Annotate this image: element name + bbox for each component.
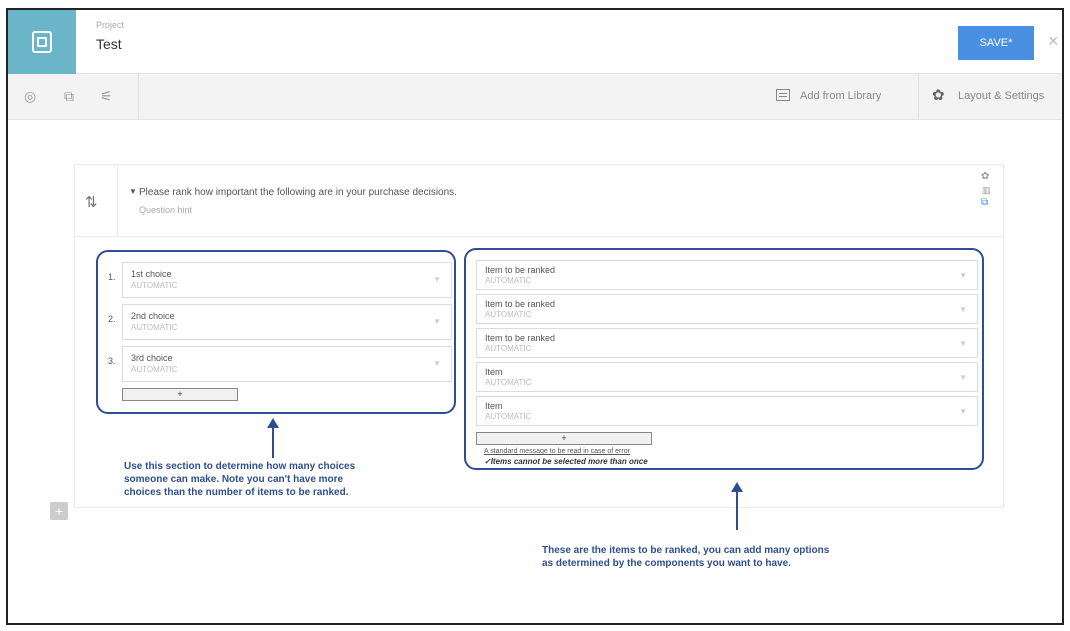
annotation-line: choices than the number of items to be r… [124,487,349,498]
add-from-library-button[interactable]: Add from Library [800,90,881,102]
error-message-link[interactable]: A standard message to be read in case of… [484,448,630,455]
choice-label: 3rd choice [131,353,173,363]
unique-selection-note: ✓Items cannot be selected more than once [484,457,648,466]
add-choice-button[interactable]: + [122,388,238,401]
question-text[interactable]: Please rank how important the following … [139,187,457,198]
save-button[interactable]: SAVE* [958,26,1034,60]
toolbar-divider [138,74,139,120]
chevron-down-icon: ▼ [959,305,967,314]
chevron-down-icon: ▼ [433,317,441,326]
choice-sublabel: AUTOMATIC [131,323,178,332]
choice-select[interactable]: 3rd choice AUTOMATIC ▼ [122,346,452,382]
duplicate-icon[interactable]: ⧉ [981,197,988,208]
choice-number: 2. [108,314,116,324]
choices-panel: 1. 1st choice AUTOMATIC ▼ 2. 2nd choice … [96,250,456,414]
app-logo[interactable] [8,10,76,74]
annotation-line: as determined by the components you want… [542,558,791,569]
item-sublabel: AUTOMATIC [485,344,532,353]
header: Project Test SAVE* × [8,10,1062,74]
choice-label: 1st choice [131,269,172,279]
choice-sublabel: AUTOMATIC [131,281,178,290]
copy-icon[interactable]: ⧉ [64,88,74,104]
choice-row: 2. 2nd choice AUTOMATIC ▼ [104,304,452,340]
project-name-field[interactable]: Test [96,36,122,52]
library-icon[interactable] [776,89,790,101]
choice-row: 1. 1st choice AUTOMATIC ▼ [104,262,452,298]
chevron-down-icon: ▼ [433,359,441,368]
annotation-arrow-left [267,418,279,458]
toolbar-divider [918,74,919,120]
item-sublabel: AUTOMATIC [485,412,532,421]
item-field[interactable]: Item AUTOMATIC ▼ [476,362,978,392]
toolbar: ◎ ⧉ ⚟ Add from Library ✿ Layout & Settin… [8,74,1062,120]
item-label: Item [485,401,503,411]
project-caption: Project [96,20,125,30]
annotation-arrow-right [731,482,743,530]
question-hint[interactable]: Question hint [139,205,192,215]
annotation-items: These are the items to be ranked, you ca… [542,544,829,570]
chevron-down-icon: ▼ [959,339,967,348]
item-field[interactable]: Item to be ranked AUTOMATIC ▼ [476,260,978,290]
choice-sublabel: AUTOMATIC [131,365,178,374]
add-item-button[interactable]: + [476,432,652,445]
choice-number: 1. [108,272,116,282]
trash-icon[interactable]: ▥ [982,185,991,196]
survey-icon [32,31,52,53]
item-label: Item to be ranked [485,265,556,275]
annotation-choices: Use this section to determine how many c… [124,460,355,499]
question-header: ⇅ ▼ Please rank how important the follow… [75,165,1003,237]
logic-icon[interactable]: ⚟ [100,88,113,104]
items-panel: Item to be ranked AUTOMATIC ▼ Item to be… [464,248,984,470]
choice-select[interactable]: 1st choice AUTOMATIC ▼ [122,262,452,298]
chevron-down-icon: ▼ [433,275,441,284]
eye-icon[interactable]: ◎ [24,88,36,104]
item-field[interactable]: Item to be ranked AUTOMATIC ▼ [476,328,978,358]
add-block-button[interactable]: + [50,502,68,520]
item-sublabel: AUTOMATIC [485,310,532,319]
annotation-line: someone can make. Note you can't have mo… [124,474,344,485]
caret-down-icon[interactable]: ▼ [129,187,137,196]
item-field[interactable]: Item AUTOMATIC ▼ [476,396,978,426]
app-window: Project Test SAVE* × ◎ ⧉ ⚟ Add from Libr… [6,8,1064,625]
item-label: Item to be ranked [485,333,556,343]
annotation-line: Use this section to determine how many c… [124,461,356,472]
item-sublabel: AUTOMATIC [485,378,532,387]
gear-icon[interactable]: ✿ [932,86,945,104]
item-label: Item to be ranked [485,299,556,309]
chevron-down-icon: ▼ [959,271,967,280]
choice-number: 3. [108,356,116,366]
layout-settings-button[interactable]: Layout & Settings [958,90,1044,102]
item-sublabel: AUTOMATIC [485,276,532,285]
item-label: Item [485,367,503,377]
choice-select[interactable]: 2nd choice AUTOMATIC ▼ [122,304,452,340]
question-gear-icon[interactable]: ✿ [981,171,989,182]
choice-row: 3. 3rd choice AUTOMATIC ▼ [104,346,452,382]
choice-label: 2nd choice [131,311,175,321]
ranking-icon: ⇅ [85,194,98,211]
chevron-down-icon: ▼ [959,407,967,416]
item-field[interactable]: Item to be ranked AUTOMATIC ▼ [476,294,978,324]
close-icon[interactable]: × [1048,32,1059,50]
annotation-line: These are the items to be ranked, you ca… [542,545,830,556]
chevron-down-icon: ▼ [959,373,967,382]
question-divider [117,165,118,237]
